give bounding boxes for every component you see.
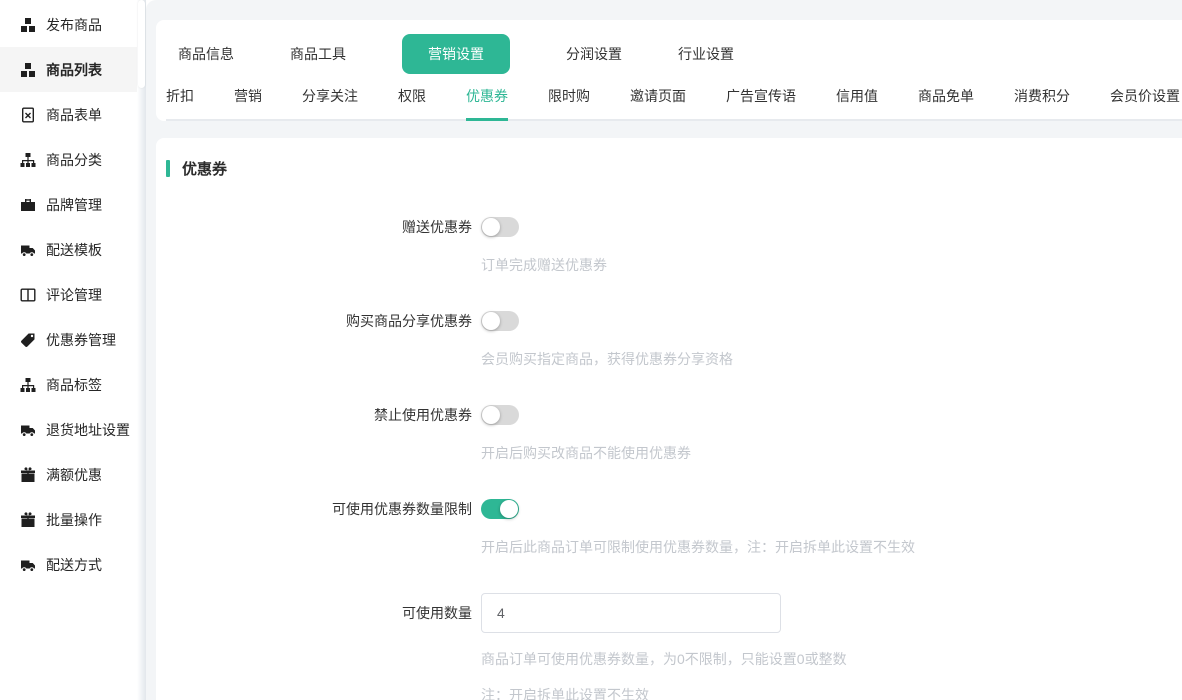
tab-marketing-settings[interactable]: 营销设置 [402, 34, 510, 74]
form-row-gift-coupon: 赠送优惠券 订单完成赠送优惠券 [166, 217, 1162, 275]
sidebar-item-product-list[interactable]: 商品列表 [0, 47, 137, 92]
field-label: 可使用优惠券数量限制 [166, 499, 481, 557]
subtab-flash-sale[interactable]: 限时购 [548, 86, 590, 121]
sidebar: 发布商品 商品列表 商品表单 商品分类 品牌管理 配送模板 评论管理 优惠券管理… [0, 0, 137, 700]
sidebar-item-comment-management[interactable]: 评论管理 [0, 272, 137, 317]
usable-count-input[interactable] [481, 593, 781, 633]
field-note: 注：开启拆单此设置不生效 [481, 685, 1162, 700]
sidebar-item-label: 评论管理 [46, 285, 102, 305]
sidebar-item-label: 配送方式 [46, 555, 102, 575]
sidebar-item-brand-management[interactable]: 品牌管理 [0, 182, 137, 227]
sidebar-item-product-tags[interactable]: 商品标签 [0, 362, 137, 407]
columns-icon [20, 287, 36, 303]
subtab-credit-value[interactable]: 信用值 [836, 86, 878, 121]
forbid-coupon-toggle[interactable] [481, 405, 519, 425]
cubes-icon [20, 62, 36, 78]
gift-coupon-toggle[interactable] [481, 217, 519, 237]
field-label: 赠送优惠券 [166, 217, 481, 275]
sitemap-icon [20, 152, 36, 168]
sidebar-item-label: 商品标签 [46, 375, 102, 395]
document-icon [20, 107, 36, 123]
gift-icon [20, 467, 36, 483]
sidebar-item-label: 发布商品 [46, 15, 102, 35]
section-accent-bar [166, 160, 170, 177]
tag-icon [20, 332, 36, 348]
truck-icon [20, 557, 36, 573]
subtab-permissions[interactable]: 权限 [398, 86, 426, 121]
sidebar-item-label: 商品表单 [46, 105, 102, 125]
tab-profit-sharing-settings[interactable]: 分润设置 [566, 34, 622, 74]
coupon-settings-panel: 优惠券 赠送优惠券 订单完成赠送优惠券 购买商品分享优惠券 会员购买指定商品，获… [156, 138, 1182, 700]
sidebar-scrollbar-thumb[interactable] [138, 0, 145, 88]
subtab-coupon[interactable]: 优惠券 [466, 86, 508, 121]
truck-icon [20, 422, 36, 438]
tab-label: 行业设置 [678, 46, 734, 62]
toggle-knob [500, 500, 518, 518]
sidebar-item-label: 优惠券管理 [46, 330, 116, 350]
sidebar-item-return-address-settings[interactable]: 退货地址设置 [0, 407, 137, 452]
sidebar-item-label: 品牌管理 [46, 195, 102, 215]
sidebar-item-delivery-template[interactable]: 配送模板 [0, 227, 137, 272]
tab-industry-settings[interactable]: 行业设置 [678, 34, 734, 74]
form-row-coupon-count-limit: 可使用优惠券数量限制 开启后此商品订单可限制使用优惠券数量，注：开启拆单此设置不… [166, 499, 1162, 557]
sidebar-item-batch-operations[interactable]: 批量操作 [0, 497, 137, 542]
primary-tabs: 商品信息 商品工具 营销设置 分润设置 行业设置 [166, 30, 1182, 80]
sitemap-icon [20, 377, 36, 393]
field-label: 购买商品分享优惠券 [166, 311, 481, 369]
sidebar-item-product-category[interactable]: 商品分类 [0, 137, 137, 182]
secondary-tabs: 折扣 营销 分享关注 权限 优惠券 限时购 邀请页面 广告宣传语 信用值 商品免… [166, 80, 1182, 121]
section-header: 优惠券 [166, 158, 1162, 179]
gift-icon [20, 512, 36, 528]
sidebar-item-delivery-method[interactable]: 配送方式 [0, 542, 137, 587]
subtab-invite-page[interactable]: 邀请页面 [630, 86, 686, 121]
subtab-product-free-order[interactable]: 商品免单 [918, 86, 974, 121]
tab-label: 商品信息 [178, 46, 234, 62]
field-description: 会员购买指定商品，获得优惠券分享资格 [481, 349, 1162, 369]
subtab-share-follow[interactable]: 分享关注 [302, 86, 358, 121]
tab-label: 分润设置 [566, 46, 622, 62]
form-row-forbid-coupon: 禁止使用优惠券 开启后购买改商品不能使用优惠券 [166, 405, 1162, 463]
tab-label: 商品工具 [290, 46, 346, 62]
toggle-knob [482, 312, 500, 330]
sidebar-item-label: 满额优惠 [46, 465, 102, 485]
subtab-ad-slogan[interactable]: 广告宣传语 [726, 86, 796, 121]
sidebar-item-publish-product[interactable]: 发布商品 [0, 2, 137, 47]
sidebar-item-label: 退货地址设置 [46, 420, 130, 440]
sidebar-item-coupon-management[interactable]: 优惠券管理 [0, 317, 137, 362]
briefcase-icon [20, 197, 36, 213]
field-description: 订单完成赠送优惠券 [481, 255, 1162, 275]
field-description: 开启后购买改商品不能使用优惠券 [481, 443, 1162, 463]
sidebar-item-label: 商品列表 [46, 60, 102, 80]
form-row-buy-share-coupon: 购买商品分享优惠券 会员购买指定商品，获得优惠券分享资格 [166, 311, 1162, 369]
sidebar-item-label: 配送模板 [46, 240, 102, 260]
truck-icon [20, 242, 36, 258]
tab-product-tools[interactable]: 商品工具 [290, 34, 346, 74]
subtab-member-price-settings[interactable]: 会员价设置 [1110, 86, 1180, 121]
subtab-discount[interactable]: 折扣 [166, 86, 194, 121]
tabs-card: 商品信息 商品工具 营销设置 分润设置 行业设置 折扣 营销 分享关注 权限 优… [156, 20, 1182, 121]
cubes-icon [20, 17, 36, 33]
sidebar-item-label: 商品分类 [46, 150, 102, 170]
sidebar-item-product-form[interactable]: 商品表单 [0, 92, 137, 137]
coupon-count-limit-toggle[interactable] [481, 499, 519, 519]
field-description: 开启后此商品订单可限制使用优惠券数量，注：开启拆单此设置不生效 [481, 537, 1162, 557]
sidebar-item-label: 批量操作 [46, 510, 102, 530]
field-label: 禁止使用优惠券 [166, 405, 481, 463]
subtab-consumption-points[interactable]: 消费积分 [1014, 86, 1070, 121]
buy-share-coupon-toggle[interactable] [481, 311, 519, 331]
field-description: 商品订单可使用优惠券数量，为0不限制，只能设置0或整数 [481, 649, 1162, 669]
toggle-knob [482, 218, 500, 236]
field-label: 可使用数量 [166, 593, 481, 700]
section-title: 优惠券 [182, 158, 227, 179]
subtab-marketing[interactable]: 营销 [234, 86, 262, 121]
sidebar-scrollbar[interactable] [137, 0, 146, 700]
tab-product-info[interactable]: 商品信息 [178, 34, 234, 74]
sidebar-item-full-amount-discount[interactable]: 满额优惠 [0, 452, 137, 497]
tab-label: 营销设置 [428, 46, 484, 62]
toggle-knob [482, 406, 500, 424]
main-content: 商品信息 商品工具 营销设置 分润设置 行业设置 折扣 营销 分享关注 权限 优… [146, 0, 1182, 700]
form-row-usable-count: 可使用数量 商品订单可使用优惠券数量，为0不限制，只能设置0或整数 注：开启拆单… [166, 593, 1162, 700]
